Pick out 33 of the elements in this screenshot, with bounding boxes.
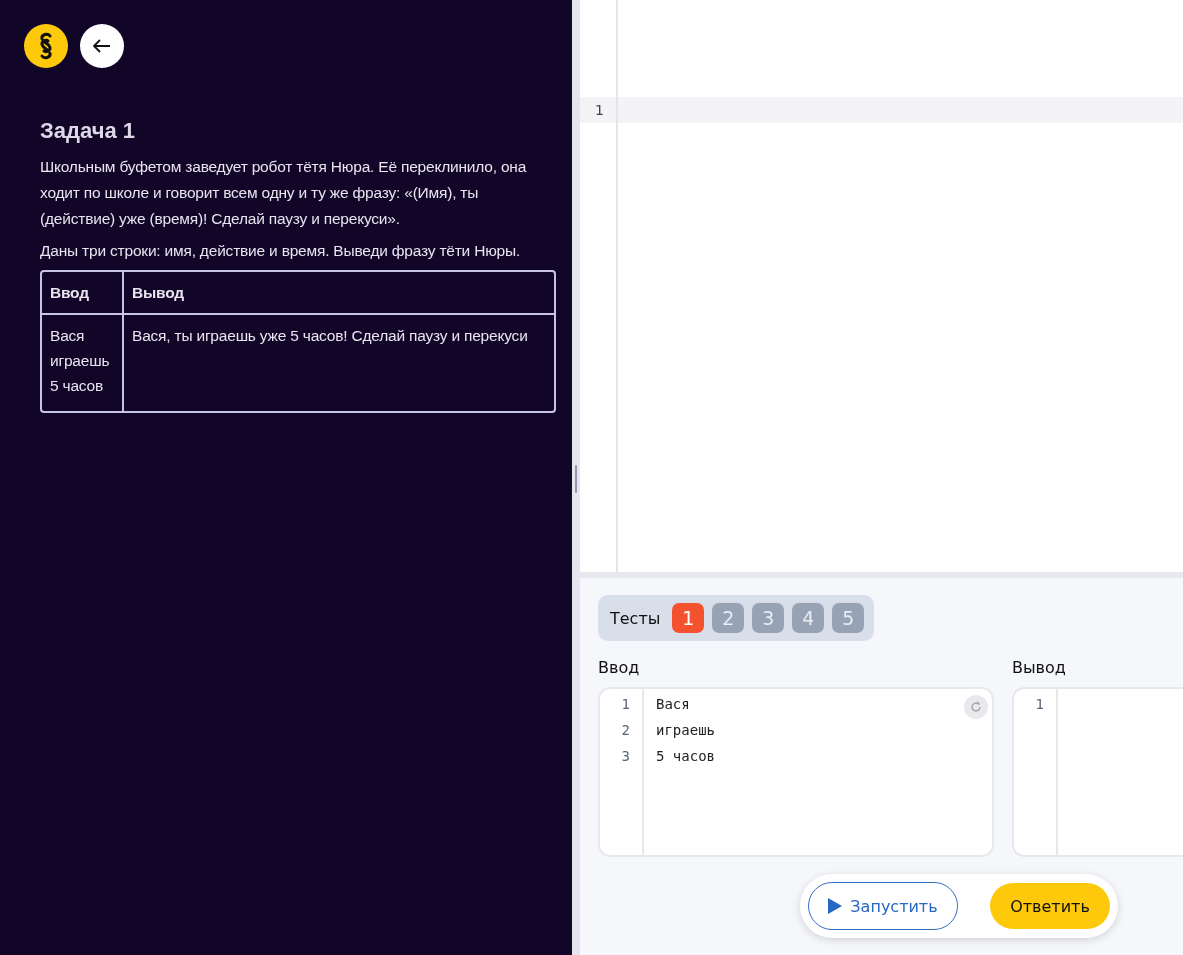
task-description: Даны три строки: имя, действие и время. Выведи фразу тёти Нюры. xyxy=(40,241,522,261)
test-tab[interactable]: 2 xyxy=(712,603,745,633)
test-tab[interactable]: 5 xyxy=(832,603,865,633)
logo-icon xyxy=(24,24,68,68)
line-number: 2 xyxy=(620,721,631,740)
line-number: 3 xyxy=(620,747,631,766)
column-header: Ввод xyxy=(42,272,124,315)
reset-icon[interactable] xyxy=(964,695,988,719)
line-number: 1 xyxy=(1034,695,1045,714)
table-cell-text: Вася, ты играешь уже 5 часов! Сделай паузу и перекуси xyxy=(131,326,529,346)
input-label: Ввод xyxy=(598,658,641,677)
code-line: 5 часов xyxy=(656,747,715,766)
tests-label: Тесты xyxy=(610,608,661,628)
output-label: Вывод xyxy=(1012,658,1067,677)
line-number: 1 xyxy=(620,695,631,714)
code-line: Вася xyxy=(656,695,691,714)
column-header: Вывод xyxy=(124,272,554,315)
test-tab[interactable]: 3 xyxy=(752,603,785,633)
line-number: 1 xyxy=(580,97,616,123)
task-description: Школьным буфетом заведует робот тётя Нюра. Её переклинило, она ходит по школе и говорит всем одну и ту же фразу: «(Имя), ты (действие) уже (время)! Сделай паузу и перекуси». xyxy=(40,157,528,229)
run-button[interactable]: Запустить xyxy=(808,882,958,930)
task-title: Задача 1 xyxy=(40,118,137,144)
test-tab[interactable]: 4 xyxy=(792,603,825,633)
submit-button[interactable]: Ответить xyxy=(990,883,1110,929)
back-button[interactable] xyxy=(80,24,124,68)
code-line: играешь xyxy=(656,721,715,740)
input-field[interactable]: 1 2 3 Вася играешь 5 часов xyxy=(598,687,994,857)
play-icon xyxy=(828,898,843,914)
arrow-left-icon xyxy=(93,39,111,53)
table-cell: Вася играешь 5 часов xyxy=(42,315,124,411)
resize-handle[interactable] xyxy=(575,465,577,493)
test-tab[interactable]: 1 xyxy=(672,603,705,633)
code-editor[interactable]: 1 xyxy=(580,0,1183,578)
